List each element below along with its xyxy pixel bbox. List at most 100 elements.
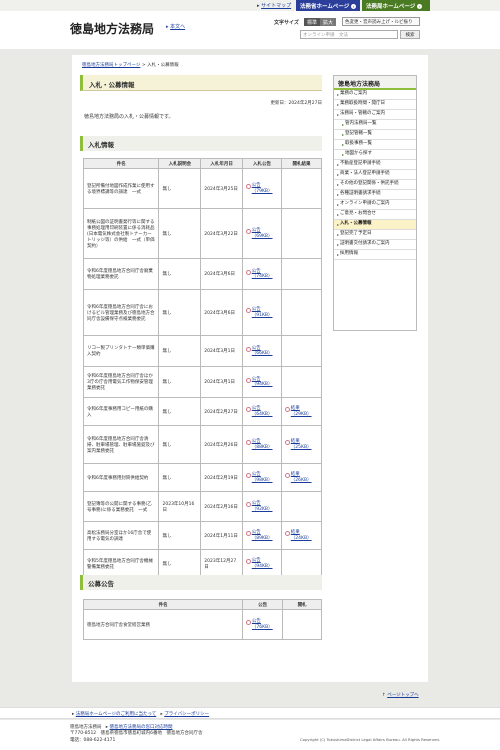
cell-notice[interactable]: 公告（74KB） bbox=[242, 258, 283, 290]
cell-notice[interactable]: 公告（64KB） bbox=[242, 397, 283, 426]
cell-date: 2024年3月22日 bbox=[200, 208, 244, 259]
triangle-icon: ▸ bbox=[342, 151, 345, 157]
page-top-link[interactable]: ↑ ページトップへ bbox=[382, 692, 419, 698]
bids-heading: 入札情報 bbox=[80, 136, 322, 151]
moj-home-button[interactable]: 法務省ホームページ › bbox=[296, 0, 360, 11]
cell-date: 2024年3月6日 bbox=[200, 289, 244, 336]
sidebar-item[interactable]: ▸ その他の登記関係・供託手続 bbox=[334, 180, 416, 190]
cell-notice[interactable]: 公告（88KB） bbox=[242, 425, 283, 464]
triangle-icon: ▸ bbox=[337, 111, 340, 117]
pdf-icon bbox=[246, 377, 251, 383]
cell-briefing: 無し bbox=[158, 208, 202, 259]
cell-briefing: 無し bbox=[158, 549, 202, 578]
table-row: 令和6年度徳島地方合同庁舎廃棄物処理業務委託 無し 2024年3月6日 公告（74KB… bbox=[82, 258, 322, 290]
cell-notice[interactable]: 公告（98KB） bbox=[242, 463, 283, 492]
sidebar-item[interactable]: ▸ オンライン申請のご案内 bbox=[334, 200, 416, 210]
cell-name: 登記簿等の公開に関する事務(乙号事務)に係る業務委託 一式 bbox=[82, 491, 160, 522]
top-utility-bar: ▸ サイトマップ 法務省ホームページ › 法務局ホームページ › bbox=[0, 0, 500, 11]
sidebar-item[interactable]: ▸ 業務取扱時間・開庁日 bbox=[334, 100, 416, 110]
window-hours-link[interactable]: 徳島地方法務局の窓口対応時間 bbox=[109, 725, 172, 730]
font-large-button[interactable]: 拡大 bbox=[320, 18, 337, 26]
sidebar: 徳島地方法務局 ▸ 業務のご案内 ▸ 業務取扱時間・開庁日 ▸ 法務局・管轄のご案内 ▸ 管内… bbox=[333, 75, 417, 331]
triangle-icon: ▸ bbox=[337, 231, 340, 237]
cell-notice[interactable]: 公告（79KB） bbox=[242, 168, 283, 209]
cell-name: 令和5年度徳島地方合同庁舎機械警備業務委託 bbox=[82, 549, 160, 578]
sidebar-item-label: 登記管轄一覧 bbox=[345, 131, 373, 137]
cell-notice[interactable]: 公告（94KB） bbox=[242, 366, 283, 398]
sidebar-item[interactable]: ▸ 不動産登記申請手続 bbox=[334, 160, 416, 170]
cell-notice[interactable]: 公告（94KB） bbox=[242, 549, 283, 578]
cell-notice[interactable]: 公告（91KB） bbox=[242, 289, 283, 336]
triangle-icon: ▸ bbox=[337, 91, 340, 97]
sidebar-item[interactable]: ▸ 登記管轄一覧 bbox=[334, 130, 416, 140]
arrow-circle-icon: › bbox=[417, 4, 423, 9]
cell-briefing: 無し bbox=[158, 521, 202, 550]
col-header: 開札 bbox=[282, 599, 322, 610]
cell-notice[interactable]: 公告（92KB） bbox=[242, 491, 283, 522]
cell-result bbox=[281, 258, 322, 290]
table-row: 制紙公図の証明書発行等に関する事務処理用印刷装置に係る消耗品(日本電気株式会社製… bbox=[82, 208, 322, 259]
cell-notice[interactable]: 公告（69KB） bbox=[242, 208, 283, 259]
font-standard-button[interactable]: 標準 bbox=[304, 18, 321, 26]
table-row: 令和6年度徳島地方合同庁舎ほか3庁の庁舎用電気工作物保安管理業務委託 無し 2024… bbox=[82, 366, 322, 398]
cell-result bbox=[281, 335, 322, 367]
sidebar-item-label: 採用情報 bbox=[340, 251, 359, 257]
terms-link[interactable]: 法務局ホームページのご利用に当たって bbox=[76, 712, 157, 717]
cell-briefing: 無し bbox=[158, 425, 202, 464]
footer-links: ▸ 法務局ホームページのご利用に当たって ▸ プライバシーポリシー bbox=[0, 707, 500, 719]
skip-to-content-link[interactable]: ▸ 本文へ bbox=[166, 23, 185, 30]
privacy-link[interactable]: プライバシーポリシー bbox=[164, 712, 209, 717]
cell-result[interactable]: 結果（25KB） bbox=[281, 425, 322, 464]
sidebar-item[interactable]: ▸ ご意見・お問合せ bbox=[334, 210, 416, 220]
cell-notice[interactable]: 公告（66KB） bbox=[242, 335, 283, 367]
sidebar-item[interactable]: ▸ 管内法務局一覧 bbox=[334, 120, 416, 130]
color-change-button[interactable]: 色変更・音声読み上げ・ルビ振り bbox=[342, 17, 420, 26]
breadcrumb-home-link[interactable]: 徳島地方法務局トップページ bbox=[82, 63, 140, 68]
sidebar-item-label: 法務局・管轄のご案内 bbox=[340, 111, 386, 117]
footer: 徳島地方法務局 ▸ 徳島地方法務局の窓口対応時間 〒770-8512 徳島県徳島… bbox=[0, 720, 500, 750]
site-title[interactable]: 徳島地方法務局 bbox=[70, 20, 154, 37]
cell-name: 令和6年度事務用封筒供給契約 bbox=[82, 463, 160, 492]
sidebar-item[interactable]: ▸ 法務局・管轄のご案内 bbox=[334, 110, 416, 120]
triangle-icon: ▸ bbox=[337, 181, 340, 187]
cell-result bbox=[281, 289, 322, 336]
sidebar-item-label: 業務のご案内 bbox=[340, 91, 368, 97]
sidebar-item[interactable]: ▸ 各種証明書請求手続 bbox=[334, 190, 416, 200]
sidebar-title[interactable]: 徳島地方法務局 bbox=[334, 76, 416, 90]
search-input[interactable]: オンライン申請 文法 bbox=[300, 30, 398, 39]
sidebar-item[interactable]: ▸ 商業・法人登記申請手続 bbox=[334, 170, 416, 180]
search-button[interactable]: 検索 bbox=[400, 30, 420, 39]
table-row: 令和6年度事務用封筒供給契約 無し 2024年2月19日 公告（98KB） 結果（26K… bbox=[82, 463, 322, 492]
sidebar-item-label: 入札・公募情報 bbox=[340, 221, 372, 227]
bureau-home-button[interactable]: 法務局ホームページ › bbox=[362, 0, 430, 11]
sidebar-item[interactable]: ▸ 取扱事務一覧 bbox=[334, 140, 416, 150]
cell-result bbox=[281, 208, 322, 259]
pdf-icon bbox=[246, 269, 251, 275]
table-row: 令和5年度徳島地方合同庁舎機械警備業務委託 無し 2023年12月27日 公告（94K… bbox=[82, 549, 322, 578]
sidebar-item[interactable]: ▸ 地図から探す bbox=[334, 150, 416, 160]
sidebar-item-label: 業務取扱時間・開庁日 bbox=[340, 101, 386, 107]
cell-result[interactable]: 結果（29KB） bbox=[281, 397, 322, 426]
cell-name: 制紙公図の証明書発行等に関する事務処理用印刷装置に係る消耗品(日本電気株式会社製… bbox=[82, 208, 160, 259]
col-header: 入札説明会 bbox=[158, 158, 202, 169]
cell-briefing: 無し bbox=[158, 289, 202, 336]
cell-date: 2024年2月26日 bbox=[200, 425, 244, 464]
sidebar-item[interactable]: ▸ 業務のご案内 bbox=[334, 90, 416, 100]
cell-briefing: 無し bbox=[158, 366, 202, 398]
cell-result[interactable]: 結果（24KB） bbox=[281, 521, 322, 550]
public-heading: 公募公告 bbox=[80, 575, 322, 590]
public-table: 件名 公告 開札 徳島地方合同庁舎食堂経営業務 公告（76KB） bbox=[82, 599, 322, 640]
triangle-icon: ▸ bbox=[337, 171, 340, 177]
cell-result[interactable]: 結果（26KB） bbox=[281, 463, 322, 492]
cell-notice[interactable]: 公告（76KB） bbox=[242, 609, 284, 640]
sidebar-item[interactable]: ▸ 登記完了予定日 bbox=[334, 230, 416, 240]
cell-date: 2024年3月25日 bbox=[200, 168, 244, 209]
sidebar-item[interactable]: ▸ 入札・公募情報 bbox=[334, 220, 416, 230]
sitemap-link[interactable]: ▸ サイトマップ bbox=[257, 2, 291, 9]
pdf-icon bbox=[246, 407, 251, 413]
breadcrumb: 徳島地方法務局トップページ > 入札・公募情報 bbox=[82, 63, 179, 68]
cell-name: 令和6年度徳島地方合同庁舎清掃、駐車場管理、駐車場施錠及び案内業務委託 bbox=[82, 425, 160, 464]
sidebar-item[interactable]: ▸ 証明書交付請求のご案内 bbox=[334, 240, 416, 250]
sidebar-item[interactable]: ▸ 採用情報 bbox=[334, 250, 416, 260]
cell-notice[interactable]: 公告（89KB） bbox=[242, 521, 283, 550]
